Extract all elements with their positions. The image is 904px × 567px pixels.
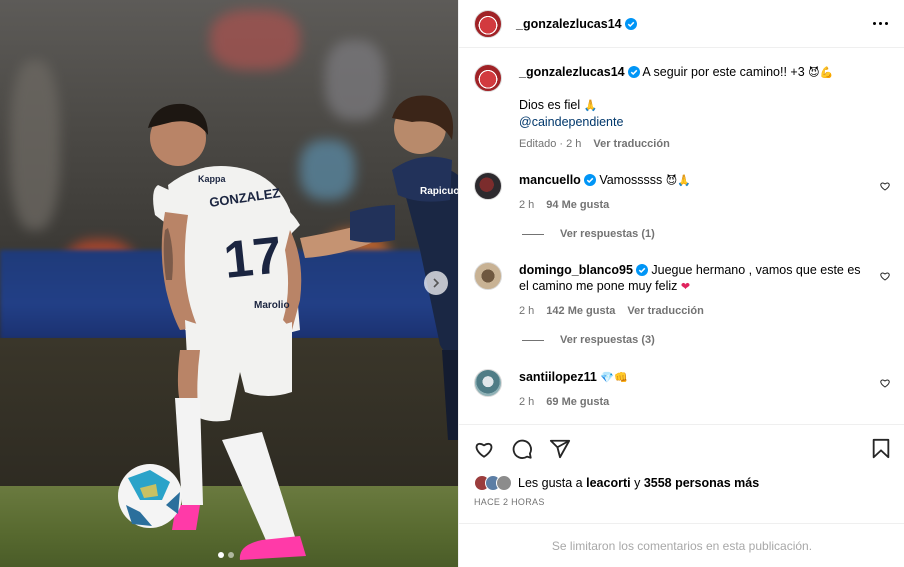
carousel-dot-2 <box>228 552 234 558</box>
likes-prefix: Les gusta a <box>518 476 583 490</box>
send-icon[interactable] <box>549 438 571 460</box>
comment-username[interactable]: mancuello <box>519 173 581 187</box>
caption-edited-time: Editado · 2 h <box>519 138 582 150</box>
avatar[interactable] <box>474 262 502 290</box>
shorts-sponsor: Marolio <box>254 300 290 311</box>
translate-link[interactable]: Ver traducción <box>593 136 669 152</box>
verified-badge-icon <box>583 174 596 186</box>
post-header: _gonzalezlucas14 <box>459 0 904 48</box>
caption-text-line2: Dios es fiel <box>519 98 581 112</box>
heart-icon[interactable] <box>879 270 891 282</box>
verified-badge-icon <box>627 66 640 78</box>
likes-summary: Les gusta a leacorti y 3558 personas más <box>474 475 759 491</box>
likes-user[interactable]: leacorti <box>586 476 630 490</box>
replies-divider <box>522 233 544 235</box>
caption-emoji-2: 🙏 <box>583 99 598 112</box>
post-image[interactable]: Rapicuotas GONZALEZ 17 Kappa Marolio <box>0 0 458 567</box>
shirt-number: 17 <box>221 226 285 290</box>
shirt-brand: Kappa <box>198 174 227 184</box>
comment-text: Vamosssss <box>599 173 663 187</box>
opponent-sponsor: Rapicuotas <box>420 186 458 197</box>
view-replies-label: Ver respuestas (3) <box>560 334 655 346</box>
comment-likes[interactable]: 142 Me gusta <box>546 303 615 319</box>
avatar[interactable] <box>474 64 502 92</box>
comment-time: 2 h <box>519 305 535 317</box>
caption-text-line1: A seguir por este camino!! +3 <box>642 65 805 79</box>
view-replies-button[interactable]: Ver respuestas (3) <box>522 334 655 346</box>
comment-likes[interactable]: 69 Me gusta <box>546 394 609 410</box>
post-actions: Les gusta a leacorti y 3558 personas más… <box>459 424 904 507</box>
likers-avatars <box>474 475 512 491</box>
post-author-username[interactable]: _gonzalezlucas14 <box>516 17 622 31</box>
avatar[interactable] <box>474 369 502 397</box>
comment-emojis: ❤ <box>680 280 691 293</box>
verified-badge-icon <box>624 17 637 30</box>
likes-count[interactable]: 3558 personas más <box>644 476 759 490</box>
translate-link[interactable]: Ver traducción <box>627 303 703 319</box>
comment-emojis: 💎👊 <box>600 371 628 384</box>
caption-emojis: 😈💪 <box>808 66 834 79</box>
view-replies-button[interactable]: Ver respuestas (1) <box>522 228 655 240</box>
carousel-next-button[interactable] <box>424 271 448 295</box>
comment-username[interactable]: domingo_blanco95 <box>519 263 633 277</box>
carousel-dot-1 <box>218 552 224 558</box>
comments-limited-notice: Se limitaron los comentarios en esta pub… <box>459 523 904 567</box>
comment-item: santiilopez11 💎👊 2 h 69 Me gusta <box>474 369 891 410</box>
caption: _gonzalezlucas14 A seguir por este camin… <box>474 64 891 152</box>
players-illustration: Rapicuotas GONZALEZ 17 Kappa Marolio <box>118 95 458 560</box>
comment-item: mancuello Vamosssss 😈🙏 2 h 94 Me gusta <box>474 172 891 213</box>
comments-section: _gonzalezlucas14 A seguir por este camin… <box>459 49 904 424</box>
comment-time: 2 h <box>519 199 535 211</box>
view-replies-label: Ver respuestas (1) <box>560 228 655 240</box>
comment-emojis: 😈🙏 <box>665 174 691 187</box>
comment-likes[interactable]: 94 Me gusta <box>546 197 609 213</box>
comment-time: 2 h <box>519 396 535 408</box>
comment-item: domingo_blanco95 Juegue hermano , vamos … <box>474 262 891 319</box>
carousel-indicator <box>218 552 234 558</box>
heart-icon[interactable] <box>879 180 891 192</box>
more-options-button[interactable] <box>873 22 888 25</box>
post-sidebar: _gonzalezlucas14 _gonzalezlucas14 A segu… <box>458 0 904 567</box>
post-timestamp[interactable]: HACE 2 HORAS <box>474 497 545 507</box>
likes-mid: y <box>634 476 641 490</box>
bookmark-icon[interactable] <box>871 438 891 460</box>
comment-icon[interactable] <box>511 438 533 460</box>
verified-badge-icon <box>635 264 648 276</box>
avatar[interactable] <box>474 172 502 200</box>
chevron-right-icon <box>433 278 440 288</box>
comment-username[interactable]: santiilopez11 <box>519 370 597 384</box>
avatar[interactable] <box>474 9 502 38</box>
heart-icon[interactable] <box>879 377 891 389</box>
caption-mention[interactable]: @caindependiente <box>519 114 891 130</box>
more-horizontal-icon <box>873 22 876 25</box>
caption-username[interactable]: _gonzalezlucas14 <box>519 65 625 79</box>
heart-icon[interactable] <box>473 438 495 460</box>
replies-divider <box>522 339 544 341</box>
avatar[interactable] <box>496 475 512 491</box>
